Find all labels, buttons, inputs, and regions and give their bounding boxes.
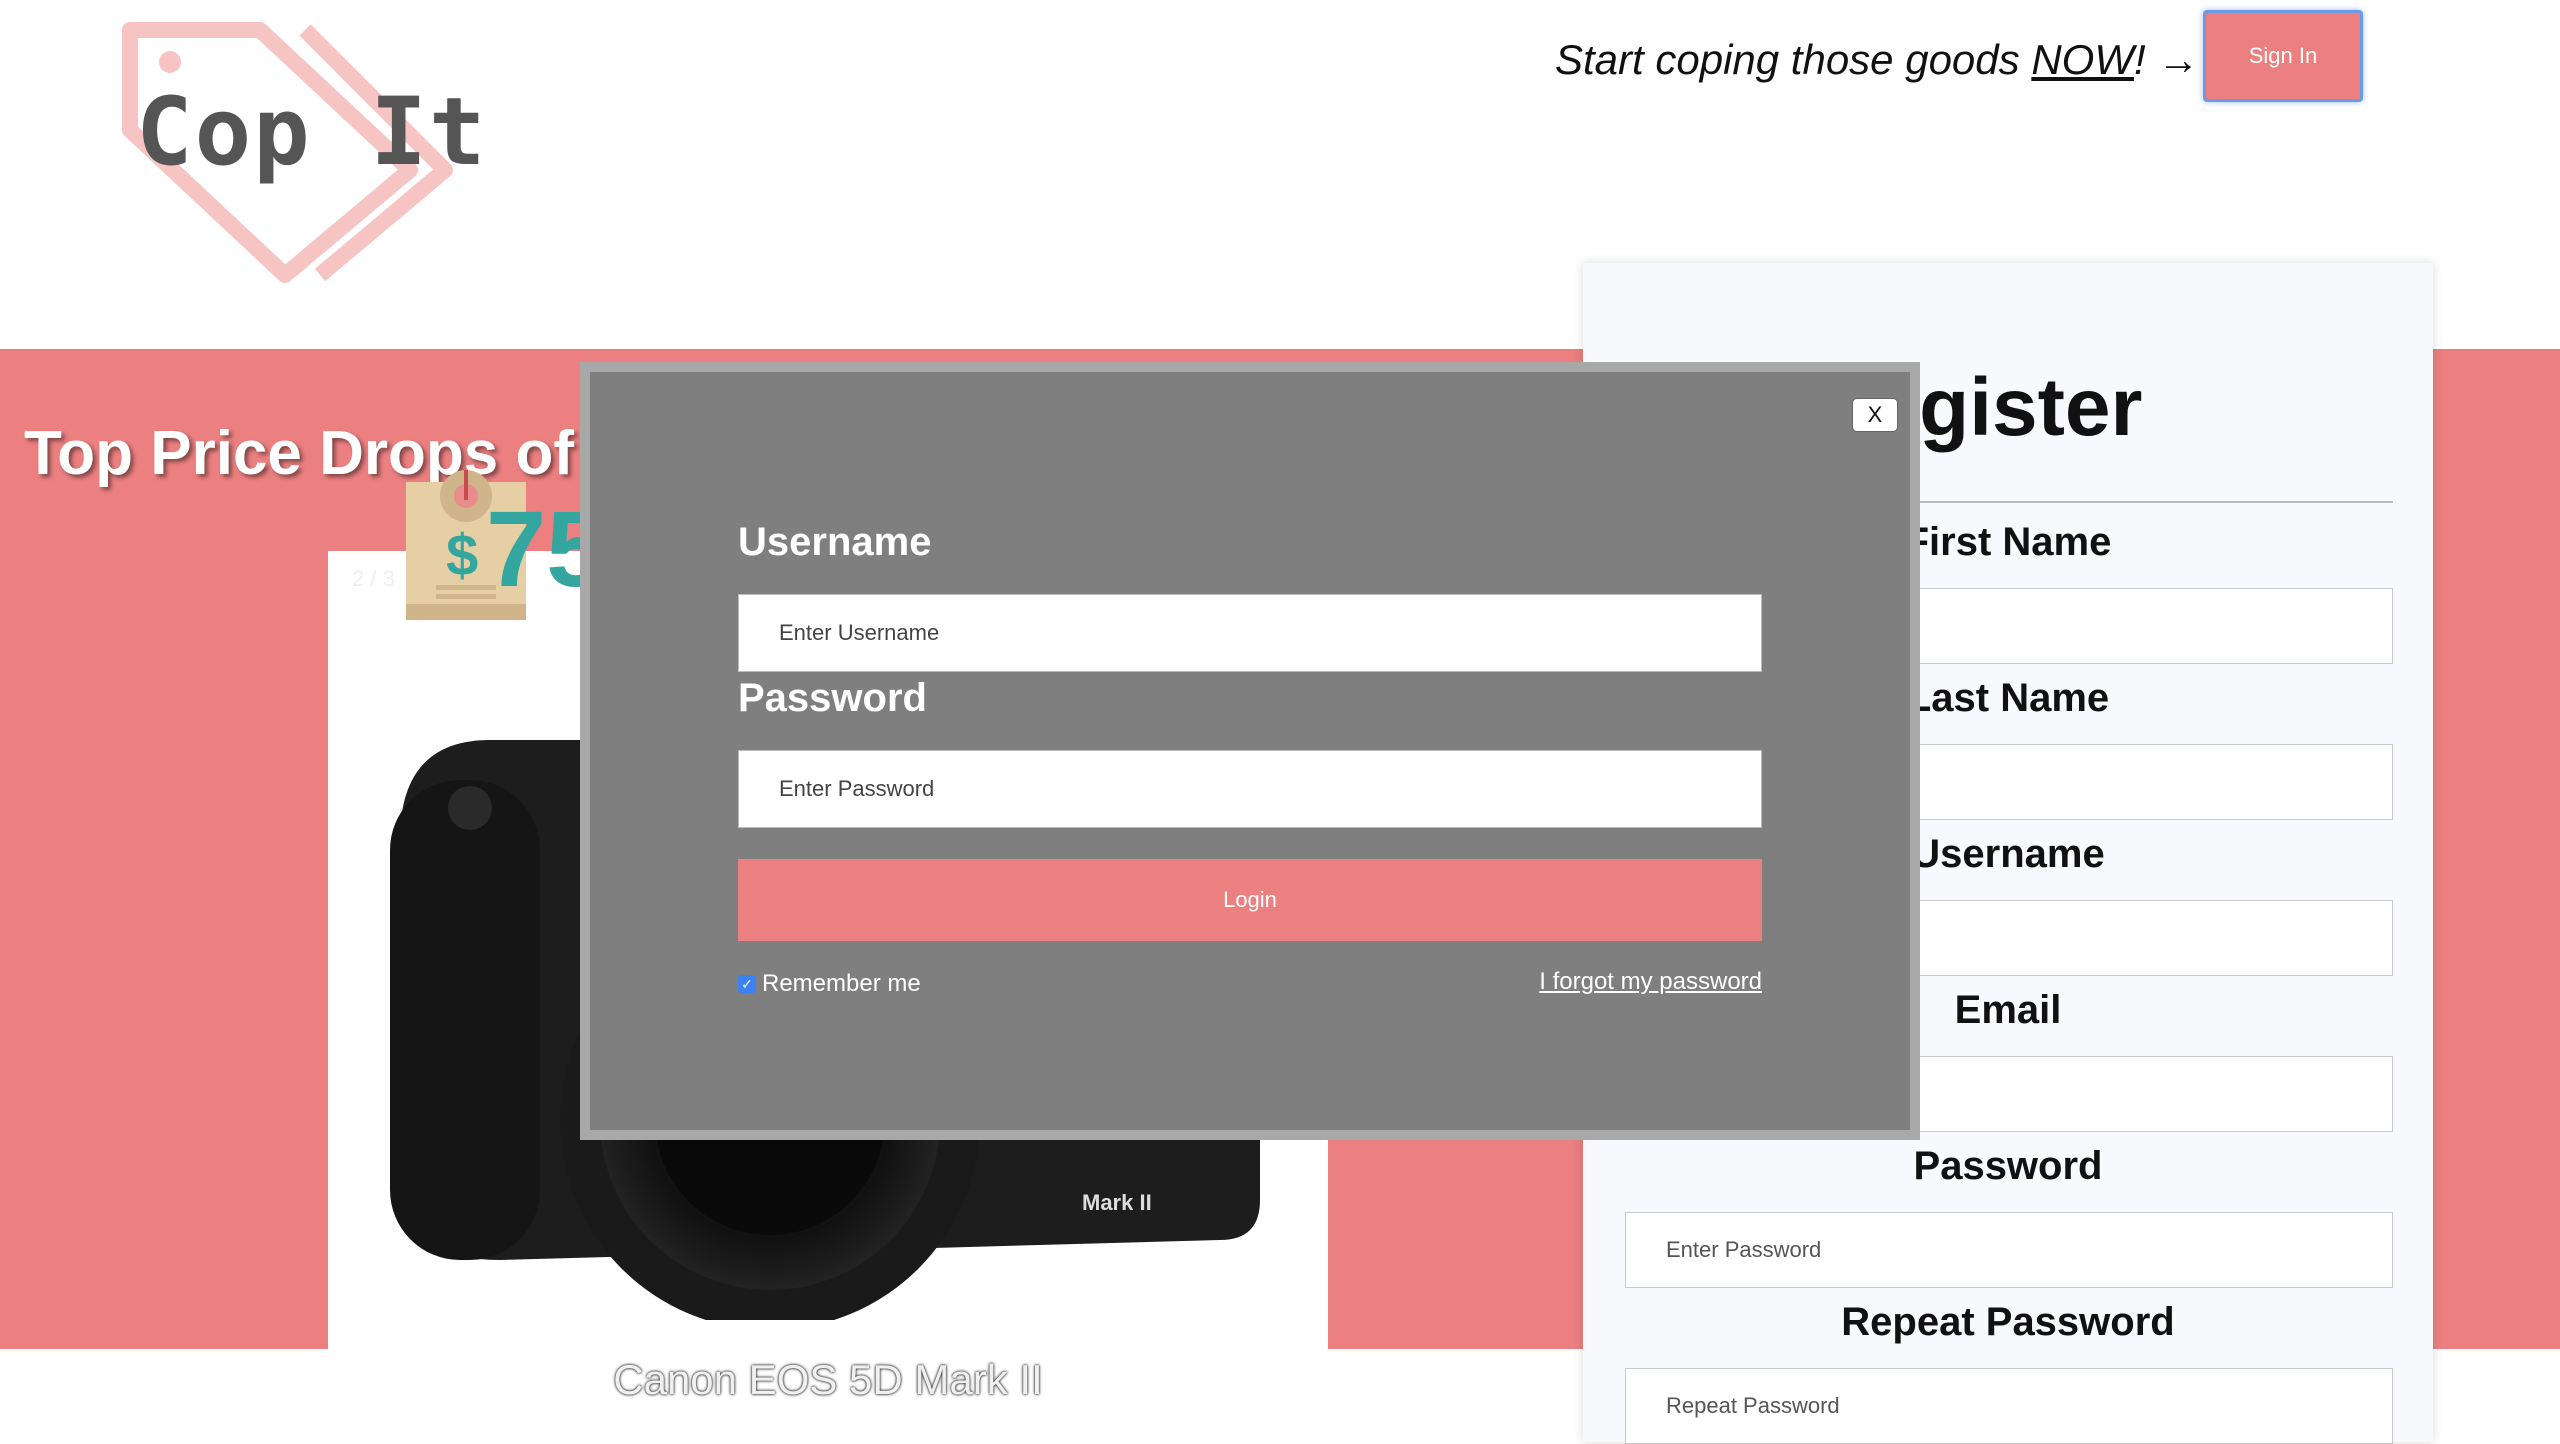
repeat-password-label: Repeat Password: [1841, 1300, 2175, 1344]
logo-text: Cop It: [136, 78, 488, 187]
tagline-prefix: Start coping those goods: [1555, 36, 2032, 83]
sign-in-button[interactable]: Sign In: [2203, 10, 2363, 102]
svg-text:Mark II: Mark II: [1082, 1190, 1152, 1215]
tagline-now-link[interactable]: NOW: [2031, 36, 2134, 83]
svg-text:$: $: [446, 523, 478, 588]
forgot-password-link[interactable]: I forgot my password: [1538, 968, 1762, 996]
login-modal: X Username Password Login ✓ Remember me …: [580, 362, 1920, 1140]
password-label: Password: [738, 676, 927, 720]
username-input[interactable]: [738, 594, 1762, 672]
slide-counter: 2 / 3: [352, 566, 395, 591]
remember-me: ✓ Remember me: [738, 970, 921, 998]
register-password-label: Password: [1913, 1144, 2103, 1188]
username-label: Username: [738, 520, 932, 564]
login-button[interactable]: Login: [738, 859, 1762, 941]
remember-me-checkbox[interactable]: ✓: [738, 975, 756, 993]
tagline-suffix: ! →: [2133, 36, 2200, 83]
close-modal-button[interactable]: X: [1852, 398, 1898, 432]
repeat-password-field[interactable]: [1625, 1368, 2393, 1444]
product-caption: Canon EOS 5D Mark II: [613, 1356, 1043, 1403]
register-password-field[interactable]: [1625, 1212, 2393, 1288]
tagline: Start coping those goods NOW! →: [1555, 36, 2199, 84]
remember-me-label: Remember me: [762, 970, 921, 997]
password-input[interactable]: [738, 750, 1762, 828]
